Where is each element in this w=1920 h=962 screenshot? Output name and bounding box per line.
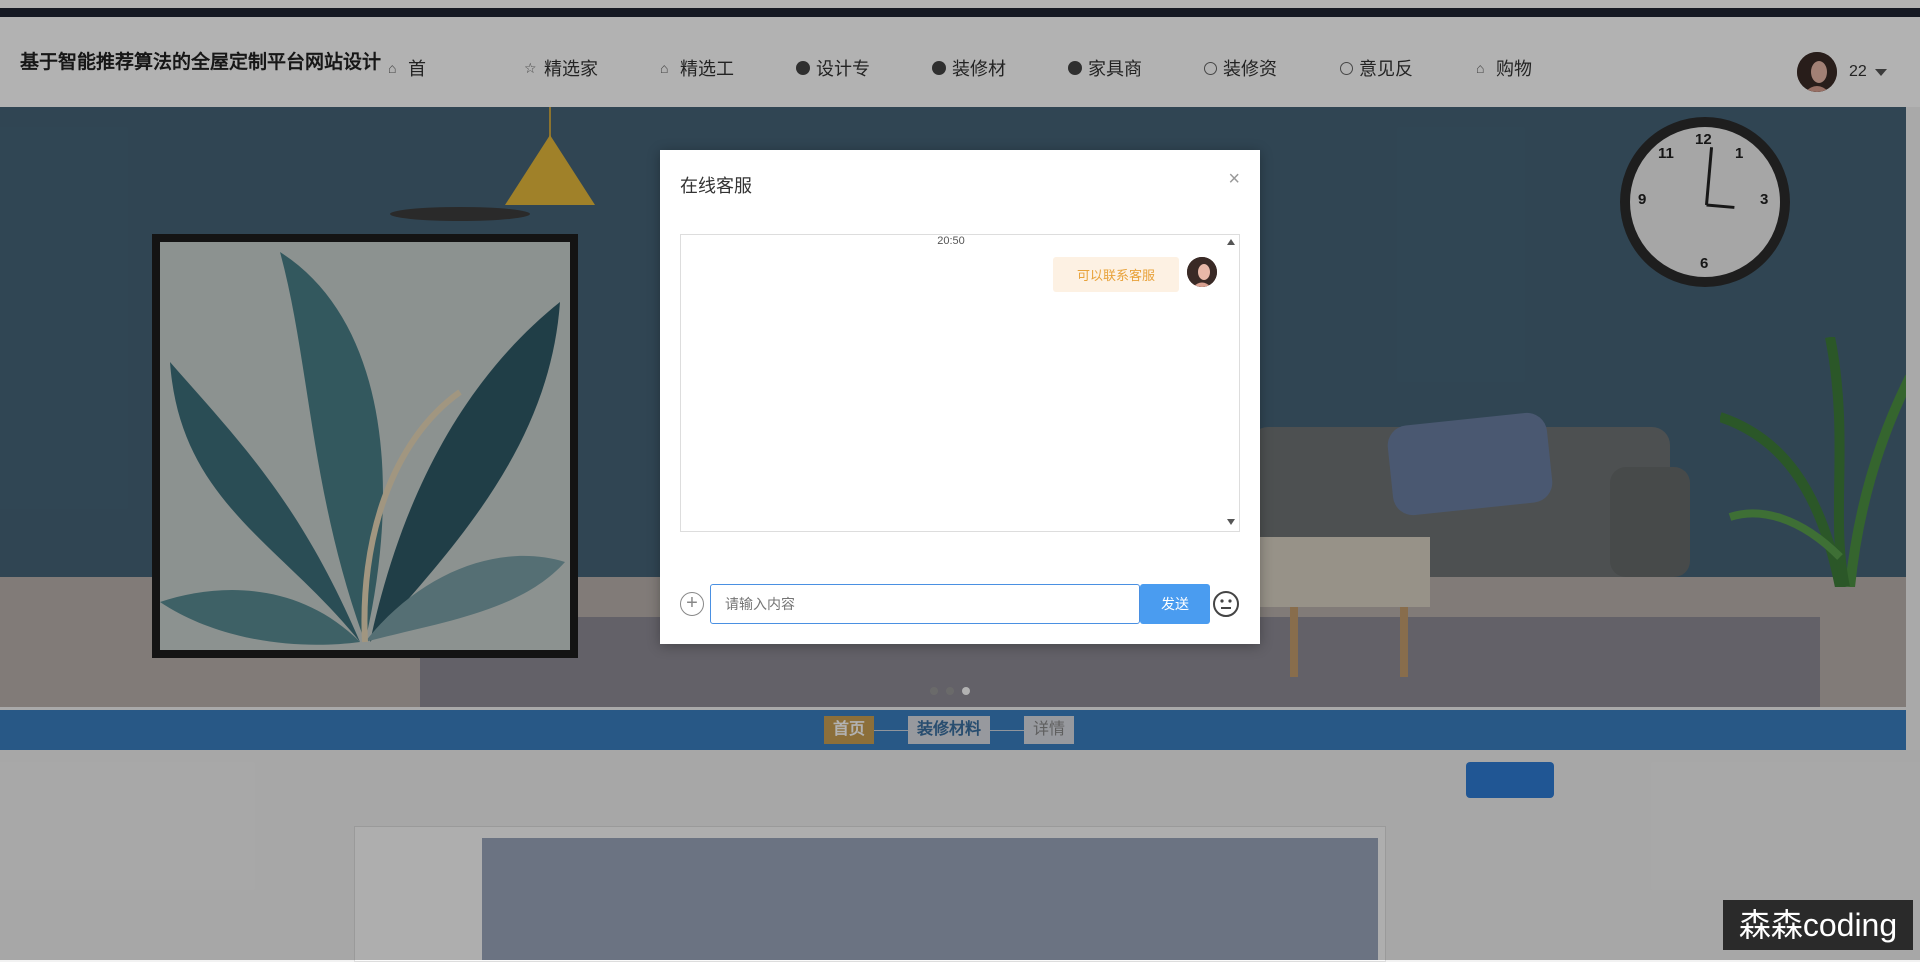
avatar [1187, 257, 1217, 287]
add-icon[interactable]: + [680, 592, 704, 616]
chat-dialog: 在线客服 × 20:50 可以联系客服 + 发送 [660, 150, 1260, 644]
emoji-icon[interactable] [1212, 590, 1240, 618]
message-time: 20:50 [937, 235, 965, 247]
close-icon[interactable]: × [1228, 168, 1240, 191]
dialog-title: 在线客服 [680, 176, 752, 196]
chat-messages[interactable]: 20:50 可以联系客服 [680, 234, 1240, 532]
chat-bubble: 可以联系客服 [1053, 257, 1180, 292]
watermark: 森森coding [1723, 900, 1913, 950]
scroll-down-icon[interactable] [1227, 519, 1235, 525]
send-button[interactable]: 发送 [1140, 584, 1210, 624]
chat-input[interactable] [710, 584, 1140, 624]
scroll-up-icon[interactable] [1227, 239, 1235, 245]
